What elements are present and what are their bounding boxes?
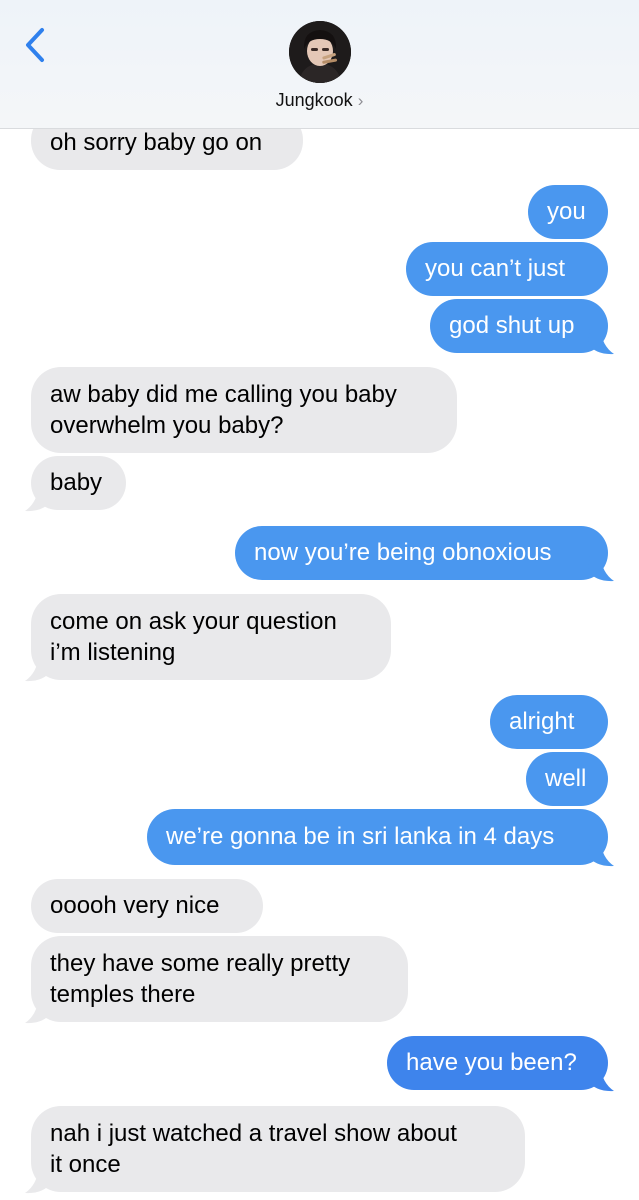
- received-bubble-tail: [25, 1167, 51, 1194]
- message-bubble-sent[interactable]: well: [526, 752, 608, 806]
- sent-bubble-tail: [588, 328, 614, 355]
- message-line: you: [547, 198, 586, 225]
- message-line: nah i just watched a travel show about: [50, 1120, 457, 1147]
- message-bubble-sent[interactable]: you can’t just: [406, 242, 608, 296]
- message-line: now you’re being obnoxious: [254, 539, 552, 566]
- message-bubble-sent[interactable]: you: [528, 185, 608, 239]
- message-line: well: [545, 765, 587, 792]
- avatar-photo: [289, 21, 351, 83]
- conversation-header: Jungkook ›: [0, 0, 639, 129]
- message-bubble-received[interactable]: aw baby did me calling you baby overwhel…: [31, 367, 457, 453]
- message-line: alright: [509, 708, 575, 735]
- message-bubble-received[interactable]: come on ask your question i’m listening: [31, 594, 391, 680]
- message-line: aw baby did me calling you baby: [50, 381, 397, 408]
- message-line: come on ask your question: [50, 608, 337, 635]
- received-bubble-tail: [25, 655, 51, 682]
- received-bubble-tail: [25, 485, 51, 512]
- message-bubble-received[interactable]: they have some really pretty temples the…: [31, 936, 408, 1022]
- back-button[interactable]: [18, 26, 58, 66]
- sent-bubble-tail: [588, 1065, 614, 1092]
- message-bubble-sent[interactable]: we’re gonna be in sri lanka in 4 days: [147, 809, 608, 865]
- contact-name-button[interactable]: Jungkook ›: [0, 90, 639, 111]
- sent-bubble-tail: [588, 840, 614, 867]
- sent-bubble-tail: [588, 555, 614, 582]
- message-bubble-sent[interactable]: alright: [490, 695, 608, 749]
- chevron-right-icon: ›: [357, 91, 364, 110]
- avatar[interactable]: [289, 21, 351, 83]
- message-line: ooooh very nice: [50, 892, 220, 919]
- message-line: overwhelm you baby?: [50, 412, 284, 439]
- message-bubble-sent[interactable]: now you’re being obnoxious: [235, 526, 608, 580]
- message-bubble-received[interactable]: ooooh very nice: [31, 879, 263, 933]
- message-line: i’m listening: [50, 639, 176, 666]
- received-bubble-tail: [25, 997, 51, 1024]
- message-line: temples there: [50, 981, 196, 1008]
- message-bubble-received[interactable]: nah i just watched a travel show about i…: [31, 1106, 525, 1192]
- message-line: you can’t just: [425, 255, 566, 282]
- message-line: have you been?: [406, 1049, 577, 1076]
- message-bubble-sent[interactable]: god shut up: [430, 299, 608, 353]
- message-line: baby: [50, 469, 103, 496]
- message-line: we’re gonna be in sri lanka in 4 days: [166, 823, 555, 850]
- chevron-left-icon: [26, 28, 44, 62]
- message-line: oh sorry baby go on: [50, 129, 263, 156]
- messages-screen: oh sorry baby go on you you can’t just g…: [0, 0, 639, 1200]
- message-line: god shut up: [449, 312, 575, 339]
- message-line: it once: [50, 1151, 121, 1178]
- contact-name: Jungkook: [275, 90, 353, 110]
- message-line: they have some really pretty: [50, 950, 351, 977]
- message-bubble-sent[interactable]: have you been?: [387, 1036, 608, 1090]
